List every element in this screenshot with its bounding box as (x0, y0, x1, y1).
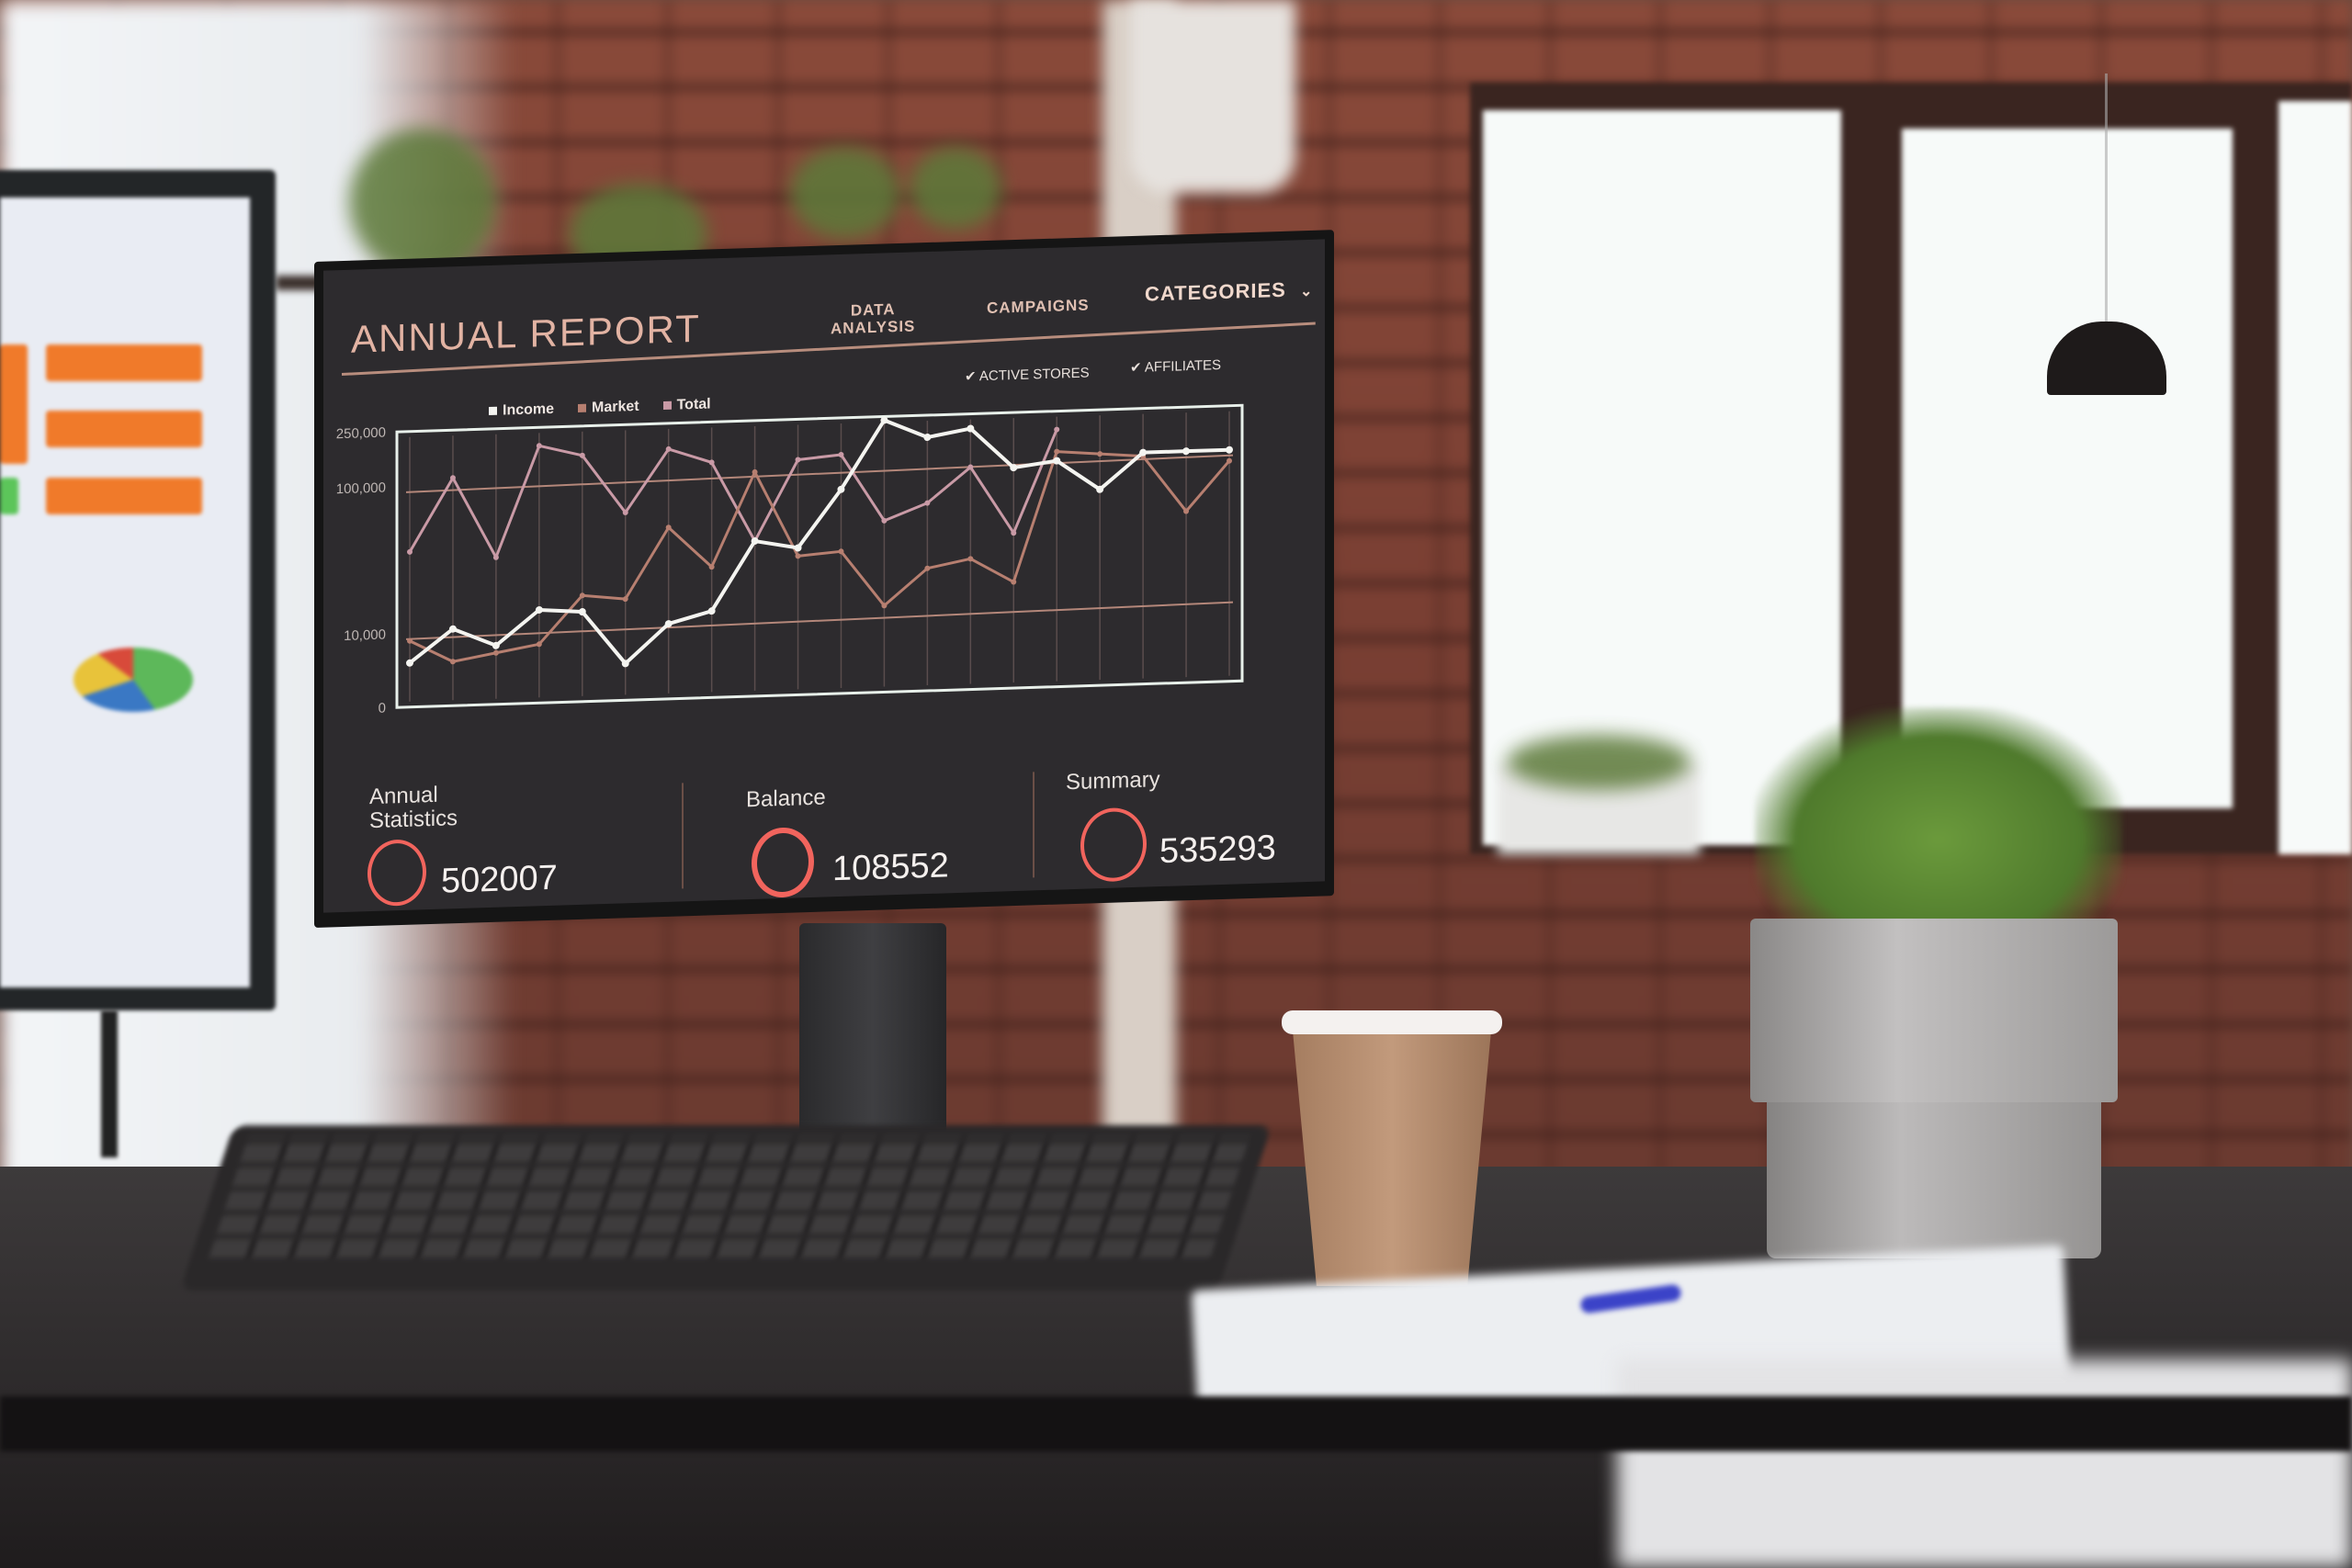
stat-divider (682, 783, 684, 889)
stat-annual-statistics: Annual Statistics 502007 (360, 774, 654, 912)
data-point-income (794, 544, 802, 552)
blurred-bar (46, 344, 202, 381)
chevron-down-icon: ⌄ (1299, 283, 1314, 300)
page-title: ANNUAL REPORT (351, 306, 701, 361)
y-tick-label: 0 (379, 701, 386, 716)
monitor-stand (799, 923, 946, 1148)
air-conditioner (1130, 0, 1295, 193)
nav-data-analysis[interactable]: DATA ANALYSIS (831, 299, 915, 337)
series-line-market (409, 450, 1231, 663)
data-point-market (1227, 457, 1232, 464)
pot-bottom (1767, 1102, 2101, 1258)
lamp-cord (2105, 73, 2108, 331)
data-point-total (1054, 426, 1060, 433)
data-point-market (1054, 448, 1060, 455)
coffee-cup (1282, 1010, 1502, 1286)
stat-value: 108552 (832, 846, 949, 889)
keyboard (179, 1125, 1272, 1291)
stats-panel: Annual Statistics 502007 Balance 108552 … (323, 753, 1325, 912)
lamp-shade (2047, 321, 2166, 395)
reference-line (405, 601, 1234, 640)
data-point-income (406, 659, 413, 667)
data-point-income (1226, 446, 1233, 454)
filter-affiliates[interactable]: ✔ AFFILIATES (1130, 356, 1221, 376)
nav-categories[interactable]: CATEGORIES ⌄ (1145, 277, 1314, 306)
shelf-plant (910, 147, 1001, 230)
data-point-market (924, 565, 931, 571)
data-point-income (535, 605, 543, 614)
left-monitor (0, 170, 276, 1010)
pendant-lamp (2047, 73, 2166, 395)
check-icon: ✔ (965, 368, 977, 385)
ring-icon (752, 826, 814, 899)
data-point-market (492, 649, 499, 656)
dashboard-screen: ANNUAL REPORT DATA ANALYSIS CAMPAIGNS CA… (323, 239, 1325, 913)
pot-top (1750, 919, 2118, 1102)
stat-value: 502007 (441, 858, 558, 901)
stat-balance: Balance 108552 (728, 763, 1022, 901)
shelf-plant (790, 147, 900, 239)
main-monitor: ANNUAL REPORT DATA ANALYSIS CAMPAIGNS CA… (314, 230, 1334, 929)
y-tick-label: 10,000 (344, 627, 386, 644)
stat-label: Balance (746, 784, 826, 813)
series-line-total (408, 429, 1058, 559)
window-plant (1507, 735, 1690, 790)
ring-icon (1080, 807, 1147, 883)
stat-label: Annual Statistics (369, 783, 458, 833)
data-point-income (707, 607, 716, 615)
check-icon: ✔ (1130, 359, 1142, 377)
data-point-market (1097, 451, 1103, 457)
y-tick-label: 250,000 (336, 425, 386, 443)
data-point-income (837, 485, 845, 493)
stat-label-line: Statistics (369, 806, 458, 834)
filter-active-stores[interactable]: ✔ ACTIVE STORES (965, 364, 1090, 384)
potted-plant (1755, 707, 2122, 928)
data-point-market (579, 592, 585, 599)
plant-pot (1750, 919, 2118, 1258)
y-tick-label: 100,000 (336, 480, 386, 498)
papers (1617, 1359, 2352, 1568)
keyboard-keys (209, 1136, 1250, 1258)
blurred-bar (0, 478, 18, 514)
data-point-total (536, 443, 542, 449)
cup-body (1293, 1031, 1491, 1286)
data-point-total (407, 548, 413, 555)
nav-label: ANALYSIS (831, 317, 916, 338)
pie-chart-icon (74, 648, 193, 712)
shelf-plant (349, 129, 496, 276)
data-point-total (924, 500, 931, 506)
y-axis: 250,000 100,000 10,000 0 (336, 425, 386, 716)
ring-icon (368, 839, 426, 908)
nav-label: CATEGORIES (1145, 277, 1286, 306)
cup-lid (1282, 1010, 1502, 1034)
data-point-income (1182, 447, 1191, 456)
data-point-market (536, 641, 542, 648)
filter-label: ACTIVE STORES (978, 365, 1090, 385)
filter-label: AFFILIATES (1144, 356, 1221, 376)
dashboard-header: ANNUAL REPORT DATA ANALYSIS CAMPAIGNS CA… (323, 239, 1325, 361)
stat-divider (1033, 772, 1035, 878)
data-point-total (795, 457, 801, 463)
reference-line (405, 454, 1234, 493)
blurred-bar (0, 344, 28, 464)
line-chart: 250,000 100,000 10,000 0 (336, 403, 1244, 716)
nav-campaigns[interactable]: CAMPAIGNS (987, 296, 1090, 317)
left-monitor-stand (101, 1010, 118, 1157)
stat-label: Summary (1066, 767, 1160, 795)
window-pane (2278, 101, 2352, 854)
blurred-bar (46, 478, 202, 514)
desk-edge (0, 1396, 2352, 1451)
plot-frame (395, 403, 1244, 709)
series-line-income (408, 418, 1229, 666)
office-scene: ANNUAL REPORT DATA ANALYSIS CAMPAIGNS CA… (0, 0, 2352, 1568)
stat-value: 535293 (1159, 829, 1276, 872)
blurred-bar (46, 411, 202, 447)
data-point-market (622, 596, 628, 603)
left-monitor-screen (0, 197, 250, 987)
window-pane (1902, 129, 2233, 808)
stat-summary: Summary 535293 (1058, 753, 1325, 890)
